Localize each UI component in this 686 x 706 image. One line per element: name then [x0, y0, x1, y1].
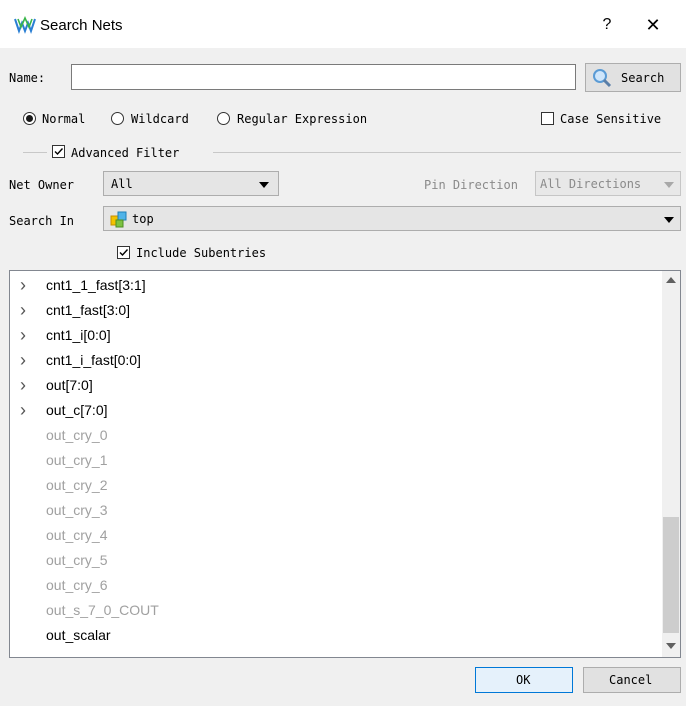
case-sensitive-label: Case Sensitive — [560, 112, 662, 126]
list-item-label: out_s_7_0_COUT — [46, 602, 159, 618]
advanced-filter-label: Advanced Filter — [71, 146, 180, 160]
app-logo-icon — [14, 16, 36, 34]
checkmark-icon — [54, 148, 64, 156]
list-item-label: out_c[7:0] — [46, 402, 108, 418]
list-item[interactable]: out_cry_4 — [10, 523, 650, 548]
window-title: Search Nets — [40, 17, 123, 34]
list-item[interactable]: › out_c[7:0] — [10, 398, 650, 423]
ok-button[interactable]: OK — [475, 667, 573, 693]
advanced-filter-checkbox[interactable] — [52, 145, 65, 158]
list-item-label: cnt1_1_fast[3:1] — [46, 277, 146, 293]
search-icon — [593, 69, 612, 88]
list-item[interactable]: out_cry_0 — [10, 423, 650, 448]
search-in-label: Search In — [9, 214, 75, 228]
chevron-down-icon — [664, 217, 674, 223]
list-item-label: cnt1_fast[3:0] — [46, 302, 131, 318]
results-list[interactable]: › cnt1_1_fast[3:1] › cnt1_fast[3:0] › cnt1_i[… — [9, 270, 681, 658]
ok-button-label: OK — [516, 673, 531, 687]
chevron-right-icon[interactable]: › — [20, 398, 32, 423]
radio-regex-label: Regular Expression — [237, 112, 368, 126]
name-input[interactable] — [71, 64, 576, 90]
list-item[interactable]: › cnt1_1_fast[3:1] — [10, 273, 650, 298]
radio-normal[interactable] — [23, 112, 36, 125]
pin-direction-value: All Directions — [540, 177, 642, 191]
list-item[interactable]: out_cry_2 — [10, 473, 650, 498]
net-owner-value: All — [111, 177, 133, 191]
chevron-down-icon — [664, 182, 674, 188]
include-subentries-label: Include Subentries — [136, 246, 267, 260]
name-label: Name: — [9, 71, 46, 85]
list-item-label: out_cry_5 — [46, 552, 108, 568]
list-item-label: out_cry_6 — [46, 577, 108, 593]
help-button[interactable]: ? — [594, 14, 620, 36]
list-item-label: out_cry_0 — [46, 427, 108, 443]
list-item-label: cnt1_i[0:0] — [46, 327, 111, 343]
search-in-value: top — [132, 212, 154, 226]
chevron-right-icon[interactable]: › — [20, 348, 32, 373]
list-item[interactable]: out_scalar — [10, 623, 650, 648]
list-item-label: out[7:0] — [46, 377, 93, 393]
list-item-label: out_cry_4 — [46, 527, 108, 543]
module-icon — [110, 211, 127, 228]
close-button[interactable]: ✕ — [640, 14, 666, 36]
list-item[interactable]: out_cry_1 — [10, 448, 650, 473]
title-bar: Search Nets ? ✕ — [0, 0, 686, 48]
checkmark-icon — [119, 249, 129, 257]
radio-normal-label: Normal — [42, 112, 86, 126]
group-line-right — [213, 152, 681, 153]
chevron-right-icon[interactable]: › — [20, 373, 32, 398]
cancel-button-label: Cancel — [609, 673, 653, 687]
scrollbar-thumb[interactable] — [663, 517, 679, 633]
list-item[interactable]: out_cry_5 — [10, 548, 650, 573]
list-item[interactable]: › out[7:0] — [10, 373, 650, 398]
cancel-button[interactable]: Cancel — [583, 667, 681, 693]
radio-wildcard-label: Wildcard — [131, 112, 189, 126]
search-button[interactable]: Search — [585, 63, 681, 92]
list-item-label: cnt1_i_fast[0:0] — [46, 352, 141, 368]
list-item[interactable]: › cnt1_i_fast[0:0] — [10, 348, 650, 373]
scroll-down-icon[interactable] — [666, 643, 676, 649]
list-item-label: out_cry_3 — [46, 502, 108, 518]
scroll-up-icon[interactable] — [666, 277, 676, 283]
radio-regex[interactable] — [217, 112, 230, 125]
list-item[interactable]: › cnt1_i[0:0] — [10, 323, 650, 348]
list-item-label: out_scalar — [46, 627, 111, 643]
net-owner-select[interactable]: All — [103, 171, 279, 196]
case-sensitive-checkbox[interactable] — [541, 112, 554, 125]
list-item[interactable]: out_s_7_0_COUT — [10, 598, 650, 623]
include-subentries-checkbox[interactable] — [117, 246, 130, 259]
search-in-select[interactable]: top — [103, 206, 681, 231]
radio-wildcard[interactable] — [111, 112, 124, 125]
pin-direction-select[interactable]: All Directions — [535, 171, 681, 196]
vertical-scrollbar[interactable] — [662, 271, 680, 657]
list-item[interactable]: out_cry_6 — [10, 573, 650, 598]
list-item[interactable]: › cnt1_fast[3:0] — [10, 298, 650, 323]
list-item-label: out_cry_1 — [46, 452, 108, 468]
chevron-right-icon[interactable]: › — [20, 323, 32, 348]
group-line-left — [23, 152, 47, 153]
net-owner-label: Net Owner — [9, 178, 75, 192]
list-item[interactable]: out_cry_3 — [10, 498, 650, 523]
chevron-down-icon — [259, 182, 269, 188]
search-button-label: Search — [621, 71, 665, 85]
pin-direction-label: Pin Direction — [424, 178, 518, 192]
chevron-right-icon[interactable]: › — [20, 298, 32, 323]
chevron-right-icon[interactable]: › — [20, 273, 32, 298]
list-item-label: out_cry_2 — [46, 477, 108, 493]
